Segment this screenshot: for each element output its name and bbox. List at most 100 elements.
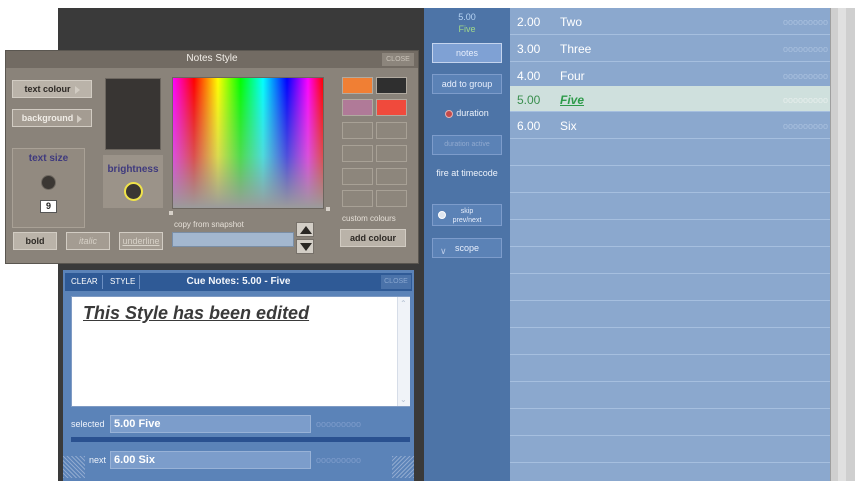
notes-text: This Style has been edited [83,303,310,323]
cue-number: 3.00 [517,42,541,56]
notes-style-window: Notes Style CLOSE text colour background… [5,50,419,264]
colour-swatch[interactable] [342,99,373,116]
duration-toggle[interactable]: duration [428,108,506,118]
empty-colour-swatch[interactable] [376,145,407,162]
background-label: background [21,113,74,123]
spectrum-marker [169,211,173,215]
notes-style-title: Notes Style [186,53,238,64]
cue-row[interactable]: 3.00 Three ooooooooo [510,35,830,62]
empty-row [510,436,830,463]
empty-colour-swatch[interactable] [342,190,373,207]
colour-spectrum-picker[interactable] [172,77,324,209]
prev-next-label: prev/next [452,217,482,224]
cue-notes-close-button[interactable]: CLOSE [381,275,411,289]
duration-radio-icon [445,109,454,118]
triangle-right-icon [77,114,83,123]
cue-name: Three [560,42,592,56]
brightness-knob[interactable] [124,182,143,201]
empty-colour-swatch[interactable] [342,168,373,185]
cue-indicators: ooooooooo [782,17,828,27]
cue-notes-window: CLEAR STYLE Cue Notes: 5.00 - Five CLOSE… [63,270,414,481]
colour-swatch[interactable] [376,99,407,116]
empty-row [510,193,830,220]
cue-name: Two [560,15,583,29]
cue-name: Four [560,69,585,83]
empty-row [510,382,830,409]
cue-indicators: ooooooooo [782,71,828,81]
cue-list[interactable]: 2.00 Two ooooooooo 3.00 Three ooooooooo … [510,8,830,481]
cue-row[interactable]: 6.00 Six ooooooooo [510,112,830,139]
next-cue-value: 6.00 Six [114,454,155,466]
next-label: next [89,455,107,465]
scope-button[interactable]: ∨ scope [432,238,502,258]
cue-notes-titlebar[interactable]: CLEAR STYLE Cue Notes: 5.00 - Five CLOSE [65,273,412,291]
text-colour-label: text colour [24,84,71,94]
cue-notes-title: Cue Notes: 5.00 - Five [186,276,291,287]
colour-swatch[interactable] [342,77,373,94]
empty-colour-swatch[interactable] [342,122,373,139]
triangle-down-icon [300,243,312,251]
brightness-panel: brightness [103,155,163,208]
italic-button[interactable]: italic [66,232,110,250]
empty-colour-swatch[interactable] [376,122,407,139]
cue-name: Five [560,93,585,107]
skip-label: skip [460,208,474,215]
empty-colour-swatch[interactable] [376,168,407,185]
colour-swatch[interactable] [376,77,407,94]
copy-from-snapshot-field[interactable] [172,232,294,247]
selected-cue-value: 5.00 Five [114,418,161,430]
text-size-label: text size [28,153,69,164]
empty-row [510,328,830,355]
duration-active-button[interactable]: duration active [432,135,502,155]
bold-button[interactable]: bold [13,232,57,250]
scrollbar-track[interactable] [838,8,846,481]
resize-grip-left[interactable] [63,456,85,478]
add-to-group-button[interactable]: add to group [432,74,502,94]
notes-button[interactable]: notes [432,43,502,63]
custom-colours-label: custom colours [342,214,396,223]
underline-button[interactable]: underline [119,232,163,250]
empty-row [510,274,830,301]
text-colour-button[interactable]: text colour [12,80,92,98]
colour-preview [105,78,161,150]
text-size-knob[interactable] [41,175,56,190]
notes-scrollbar[interactable]: ⌃ ⌄ [397,297,410,406]
notes-divider [71,437,410,442]
cue-row-selected[interactable]: 5.00 Five ooooooooo [510,86,830,112]
empty-colour-swatch[interactable] [342,145,373,162]
text-size-panel: text size 9 [12,148,85,228]
empty-row [510,355,830,382]
triangle-up-icon [300,226,312,234]
skip-prev-next-button[interactable]: skip prev/next [432,204,502,226]
notes-style-close-button[interactable]: CLOSE [382,53,414,66]
cue-options-panel: 5.00 Five notes add to group duration du… [424,8,510,481]
add-colour-button[interactable]: add colour [340,229,406,247]
next-cue-field: 6.00 Six [110,451,311,469]
resize-grip-right[interactable] [392,456,414,478]
cue-indicators: ooooooooo [782,95,828,105]
chevron-up-icon: ⌃ [400,299,407,308]
background-button[interactable]: background [12,109,92,127]
cue-number: 5.00 [517,93,541,107]
text-size-value[interactable]: 9 [40,200,57,213]
empty-row [510,139,830,166]
snapshot-name: Five [458,24,476,34]
next-cue-indicators: ooooooooo [316,455,362,465]
cue-indicators: ooooooooo [782,44,828,54]
copy-from-snapshot-label: copy from snapshot [174,220,244,229]
snapshot-number: 5.00 [458,12,476,22]
spin-up-button[interactable] [296,222,314,237]
cue-name: Six [560,119,577,133]
scope-label: scope [454,243,480,253]
fire-at-timecode-toggle[interactable]: fire at timecode [428,168,506,178]
spin-down-button[interactable] [296,239,314,254]
empty-row [510,166,830,193]
empty-row [510,301,830,328]
cue-row[interactable]: 4.00 Four ooooooooo [510,62,830,89]
skip-radio-icon [438,211,446,219]
notes-text-area[interactable]: This Style has been edited ⌃ ⌄ [71,296,410,407]
cue-number: 2.00 [517,15,541,29]
chevron-down-icon: ∨ [440,246,447,256]
cue-row[interactable]: 2.00 Two ooooooooo [510,8,830,35]
empty-colour-swatch[interactable] [376,190,407,207]
